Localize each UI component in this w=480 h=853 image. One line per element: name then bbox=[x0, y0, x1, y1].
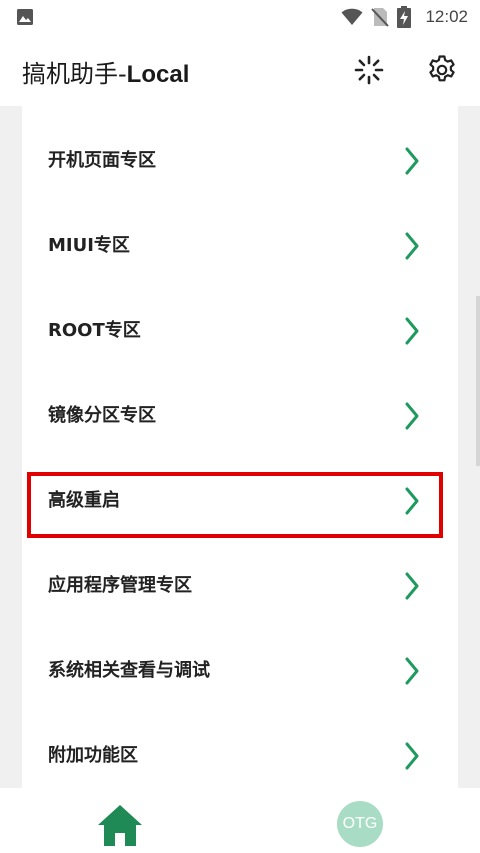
chevron-right-icon bbox=[405, 317, 419, 345]
bottom-nav: OTG bbox=[0, 788, 480, 853]
scrollbar-thumb[interactable] bbox=[476, 296, 480, 466]
menu-item-app-management[interactable]: 应用程序管理专区 bbox=[22, 543, 458, 628]
menu-item-boot-page[interactable]: 开机页面专区 bbox=[22, 118, 458, 203]
menu-item-system-debug[interactable]: 系统相关查看与调试 bbox=[22, 628, 458, 713]
menu-item-miui[interactable]: MIUI专区 bbox=[22, 203, 458, 288]
menu-item-label: 应用程序管理专区 bbox=[48, 575, 192, 596]
chevron-right-icon bbox=[405, 657, 419, 685]
app-bar: 搞机助手-Local bbox=[0, 34, 480, 106]
app-title-suffix: Local bbox=[126, 61, 190, 88]
chevron-right-icon bbox=[405, 572, 419, 600]
menu-content-area[interactable]: 开机页面专区 MIUI专区 ROOT专区 镜像分区专区 高级重启 应用程序管理专… bbox=[0, 106, 480, 788]
menu-item-label: ROOT专区 bbox=[48, 320, 141, 341]
settings-gear-icon[interactable] bbox=[426, 54, 458, 86]
chevron-right-icon bbox=[405, 147, 419, 175]
menu-item-label: 开机页面专区 bbox=[48, 150, 156, 171]
menu-item-label: 镜像分区专区 bbox=[48, 405, 156, 426]
no-sim-icon bbox=[371, 8, 390, 27]
menu-item-label: 附加功能区 bbox=[48, 745, 138, 766]
chevron-right-icon bbox=[405, 402, 419, 430]
menu-item-label: 系统相关查看与调试 bbox=[48, 660, 210, 681]
menu-item-root[interactable]: ROOT专区 bbox=[22, 288, 458, 373]
menu-item-label: MIUI专区 bbox=[48, 235, 130, 256]
menu-item-label: 高级重启 bbox=[48, 490, 120, 511]
otg-button[interactable]: OTG bbox=[337, 801, 383, 847]
battery-charging-icon bbox=[397, 6, 412, 28]
menu-item-image-partition[interactable]: 镜像分区专区 bbox=[22, 373, 458, 458]
app-title: 搞机助手-Local bbox=[22, 54, 189, 89]
status-bar: 12:02 bbox=[0, 0, 480, 34]
chevron-right-icon bbox=[405, 487, 419, 515]
chevron-right-icon bbox=[405, 232, 419, 260]
clock-time: 12:02 bbox=[425, 7, 468, 26]
image-notification-icon bbox=[17, 9, 33, 25]
loading-spinner-icon[interactable] bbox=[353, 54, 385, 86]
home-icon[interactable] bbox=[96, 802, 144, 848]
wifi-icon bbox=[341, 8, 363, 26]
app-title-prefix: 搞机助手- bbox=[22, 60, 127, 88]
menu-item-advanced-reboot[interactable]: 高级重启 bbox=[22, 458, 458, 543]
menu-item-extra-features[interactable]: 附加功能区 bbox=[22, 713, 458, 788]
chevron-right-icon bbox=[405, 742, 419, 770]
menu-card: 开机页面专区 MIUI专区 ROOT专区 镜像分区专区 高级重启 应用程序管理专… bbox=[22, 106, 458, 788]
